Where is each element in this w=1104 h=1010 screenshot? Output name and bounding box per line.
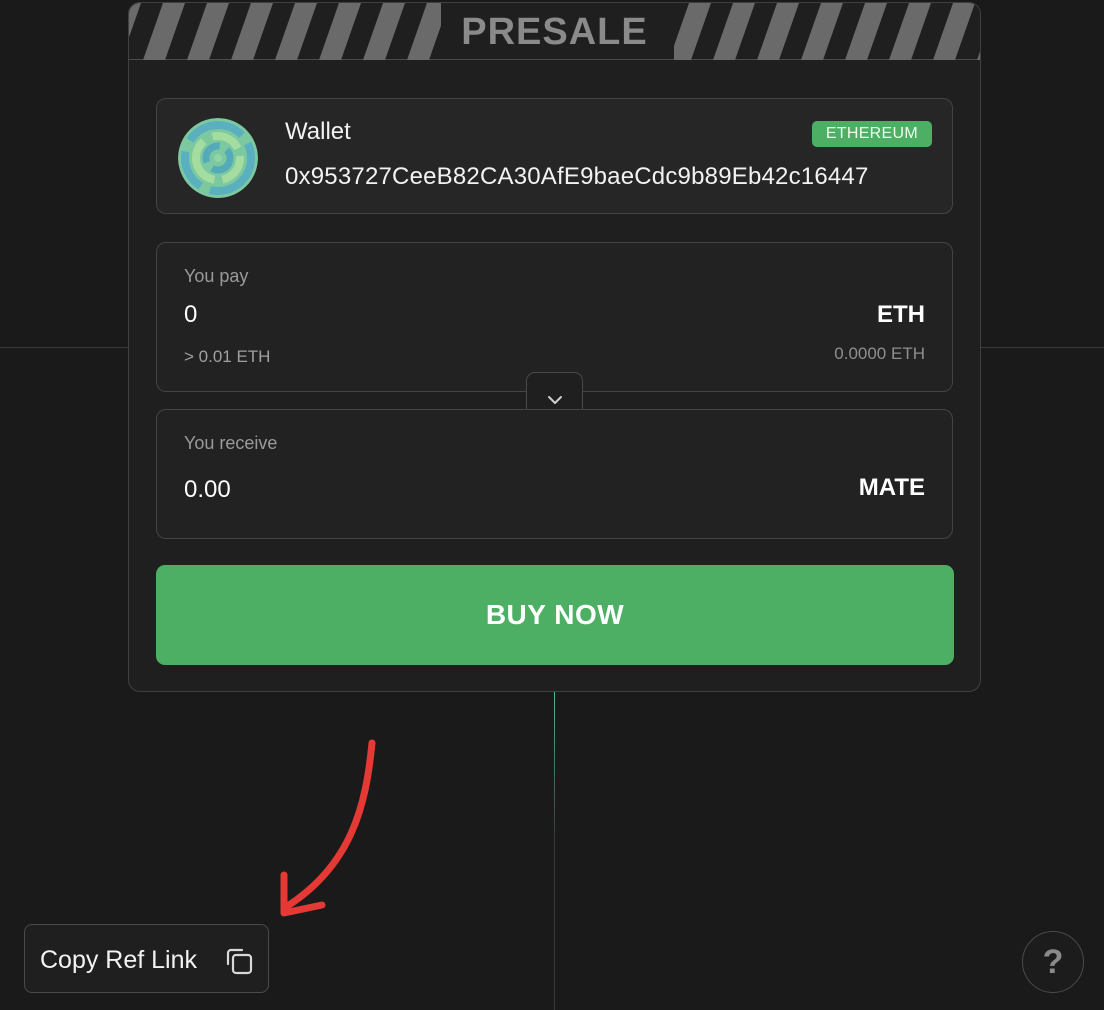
pay-currency: ETH (877, 301, 925, 328)
presale-card: PRESALE Wallet 0x953727CeeB82CA30AfE9bae… (128, 2, 981, 692)
wallet-address: 0x953727CeeB82CA30AfE9baeCdc9b89Eb42c164… (285, 163, 869, 190)
grid-line-center (554, 692, 555, 1010)
receive-currency: MATE (858, 474, 925, 501)
receive-amount-field (184, 476, 484, 504)
chevron-down-icon (547, 396, 562, 404)
pay-balance: 0.0000 ETH (834, 344, 925, 363)
page: PRESALE Wallet 0x953727CeeB82CA30AfE9bae… (0, 0, 1104, 1010)
grid-line-right (981, 347, 1104, 348)
pay-caption: You pay (184, 266, 249, 286)
wallet-label: Wallet (285, 118, 351, 145)
network-badge: ETHEREUM (811, 121, 932, 147)
presale-header: PRESALE (129, 3, 980, 60)
receive-caption: You receive (184, 433, 278, 453)
annotation-arrow-icon (280, 739, 376, 917)
grid-line-left (0, 347, 128, 348)
wallet-panel: Wallet 0x953727CeeB82CA30AfE9baeCdc9b89E… (156, 98, 953, 214)
copy-ref-link-label: Copy Ref Link (40, 946, 198, 974)
wallet-avatar-icon (178, 118, 258, 198)
help-button[interactable]: ? (1022, 931, 1084, 993)
presale-title: PRESALE (461, 11, 648, 53)
pay-amount-input[interactable] (184, 301, 484, 329)
copy-icon (226, 948, 253, 975)
pay-minimum: > 0.01 ETH (184, 347, 271, 366)
buy-now-button[interactable]: BUY NOW (156, 565, 954, 665)
pay-panel: You pay ETH > 0.01 ETH 0.0000 ETH (156, 242, 953, 392)
receive-panel: You receive MATE (156, 409, 953, 539)
copy-ref-link-button[interactable]: Copy Ref Link (24, 924, 269, 993)
